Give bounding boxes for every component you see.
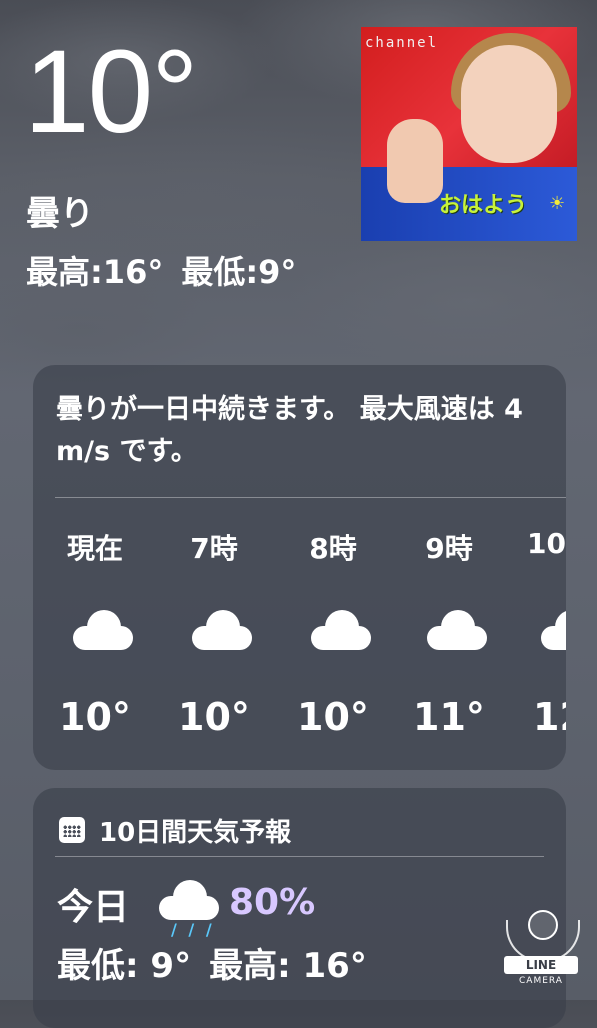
hour-temp: 11° [413, 695, 485, 739]
photo-greeting: おはよう [439, 193, 528, 218]
forecast-precip: 80% [229, 882, 316, 923]
current-high-low: 最高:16° 最低:9° [26, 250, 314, 294]
sticker-photo: channel おはよう ☀ [361, 27, 577, 241]
hourly-divider [55, 497, 566, 498]
hourly-forecast-card[interactable]: 曇りが一日中続きます。 最大風速は 4 m/s です。 現在 10° 7時 10… [33, 365, 566, 770]
forecast-divider [55, 856, 544, 857]
forecast-title: 10日間天気予報 [99, 817, 292, 848]
hour-label: 現在 [66, 532, 123, 565]
current-temperature: 10° [24, 26, 198, 158]
photo-channel-text: channel [365, 35, 439, 51]
watermark-sub: CAMERA [519, 976, 563, 986]
current-low: 最低:9° [181, 253, 297, 291]
hour-temp: 10° [178, 695, 250, 739]
hour-temp: 12 [533, 695, 566, 739]
bear-icon [528, 910, 558, 940]
hour-label: 10 [527, 527, 566, 560]
forecast-low: 最低: 9° [57, 946, 192, 986]
cloud-icon [541, 608, 566, 650]
line-camera-watermark: LINE CAMERA [500, 910, 582, 990]
hour-label: 7時 [190, 532, 238, 565]
cloud-icon [427, 608, 489, 650]
photo-face [461, 45, 557, 163]
hour-temp: 10° [59, 695, 131, 739]
forecast-low-high: 最低: 9° 最高: 16° [57, 938, 385, 987]
hourly-summary: 曇りが一日中続きます。 最大風速は 4 m/s です。 [56, 394, 523, 467]
photo-waving-hand [387, 119, 443, 203]
hour-label: 8時 [309, 532, 357, 565]
cloud-icon [192, 608, 254, 650]
sun-icon: ☀ [549, 193, 566, 214]
ten-day-forecast-card[interactable]: 10日間天気予報 今日 / / / 80% 最低: 9° 最高: 16° [33, 788, 566, 1028]
hour-label: 9時 [425, 532, 473, 565]
rain-cloud-icon: / / / [159, 878, 221, 939]
current-high: 最高:16° [26, 253, 164, 291]
cloud-icon [73, 608, 135, 650]
cloud-icon [311, 608, 373, 650]
forecast-high: 最高: 16° [209, 946, 367, 986]
forecast-header: 10日間天気予報 [59, 810, 291, 850]
hour-temp: 10° [297, 695, 369, 739]
watermark-label: LINE [504, 956, 578, 974]
calendar-icon [59, 817, 85, 843]
forecast-day: 今日 [57, 887, 130, 928]
current-condition: 曇り [26, 194, 94, 234]
